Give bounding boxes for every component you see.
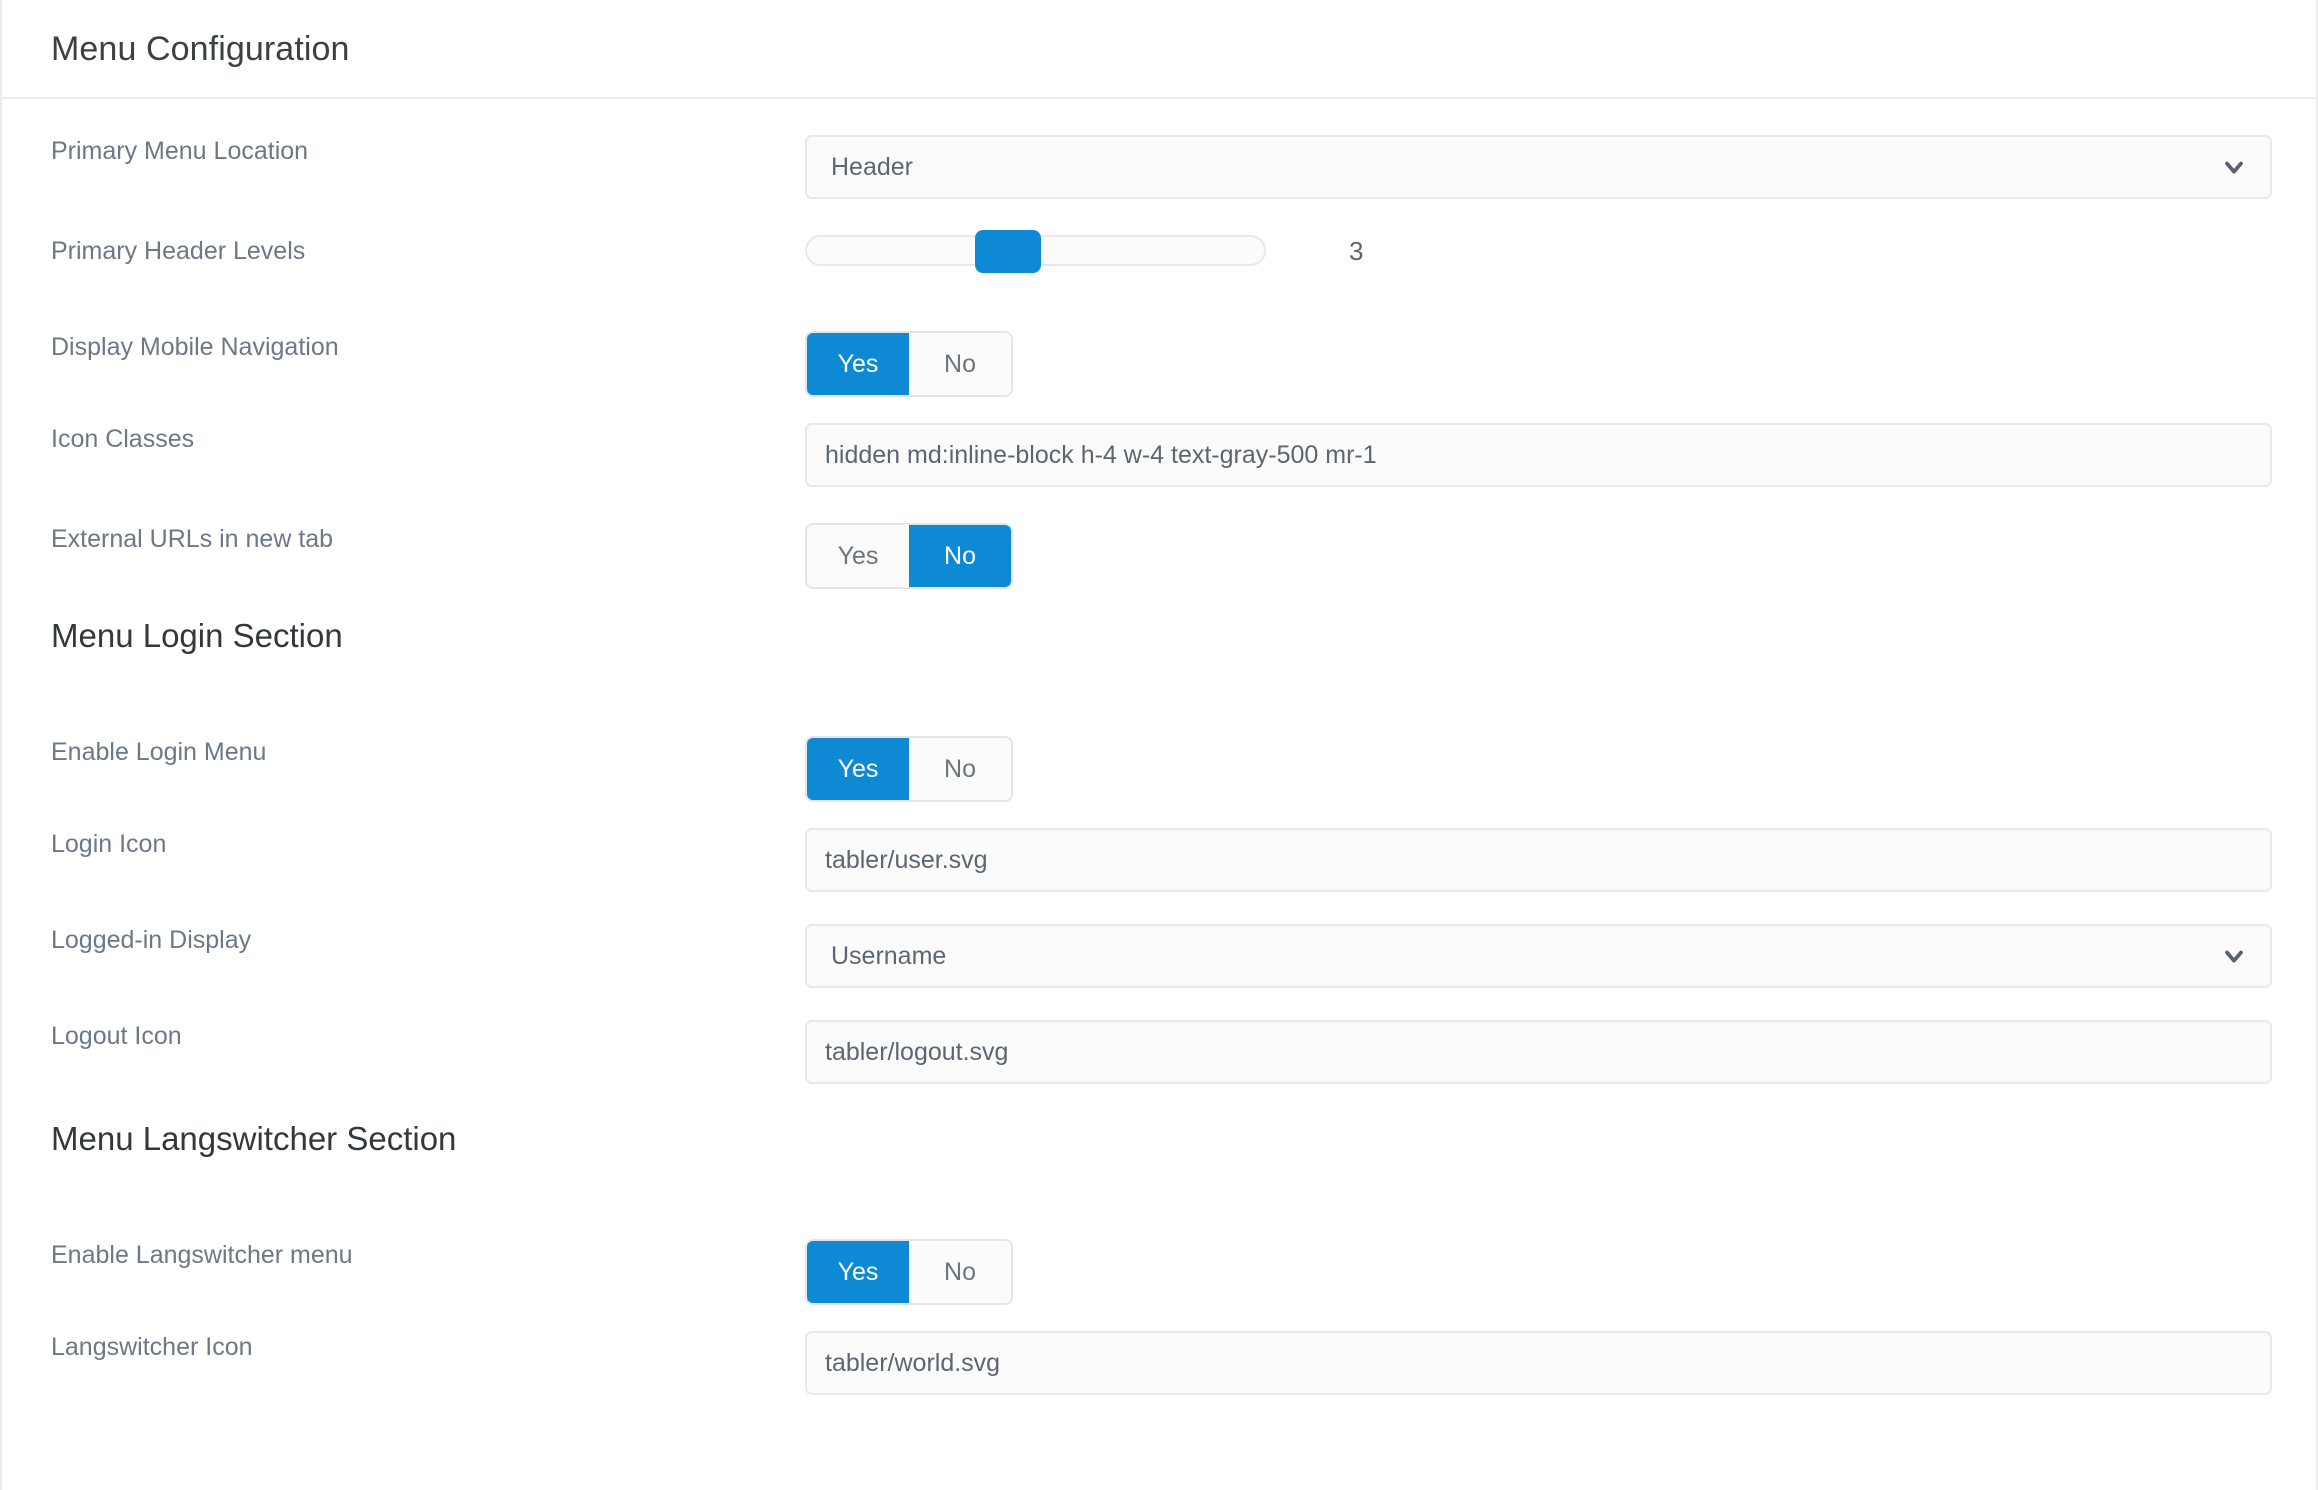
login-icon-value: tabler/user.svg [825, 847, 988, 873]
form-row-external-urls-new-tab: External URLs in new tab Yes No [2, 483, 2316, 589]
section-heading-menu-langswitcher: Menu Langswitcher Section [51, 1120, 457, 1157]
external-urls-new-tab-toggle[interactable]: Yes No [805, 523, 1013, 589]
label-icon-classes: Icon Classes [51, 425, 195, 453]
label-primary-header-levels: Primary Header Levels [51, 237, 306, 265]
page-title: Menu Configuration [51, 29, 350, 68]
primary-header-levels-value: 3 [1349, 235, 1364, 266]
control-enable-langswitcher-menu: Yes No [805, 1239, 2267, 1305]
control-logged-in-display: Username [805, 924, 2272, 988]
login-icon-input[interactable]: tabler/user.svg [805, 828, 2272, 892]
control-external-urls-new-tab: Yes No [805, 523, 2267, 589]
control-logout-icon: tabler/logout.svg [805, 1020, 2272, 1084]
form-row-primary-header-levels: Primary Header Levels 3 [2, 195, 2316, 291]
primary-menu-location-select[interactable]: Header [805, 135, 2272, 199]
primary-menu-location-value: Header [831, 154, 913, 180]
logout-icon-input[interactable]: tabler/logout.svg [805, 1020, 2272, 1084]
logout-icon-value: tabler/logout.svg [825, 1039, 1009, 1065]
settings-form: Primary Menu Location Header Primary Hea… [2, 99, 2316, 1395]
chevron-down-icon [2220, 942, 2248, 970]
control-langswitcher-icon: tabler/world.svg [805, 1331, 2272, 1395]
section-heading-menu-login: Menu Login Section [51, 617, 343, 654]
icon-classes-value: hidden md:inline-block h-4 w-4 text-gray… [825, 442, 1377, 468]
control-primary-header-levels: 3 [805, 230, 2267, 273]
label-primary-menu-location: Primary Menu Location [51, 137, 309, 165]
control-login-icon: tabler/user.svg [805, 828, 2272, 892]
label-display-mobile-navigation: Display Mobile Navigation [51, 333, 339, 361]
slider-thumb[interactable] [975, 230, 1041, 273]
form-row-login-icon: Login Icon tabler/user.svg [2, 792, 2316, 892]
control-primary-menu-location: Header [805, 135, 2272, 199]
label-external-urls-new-tab: External URLs in new tab [51, 525, 334, 553]
control-enable-login-menu: Yes No [805, 736, 2267, 802]
enable-login-menu-yes-button[interactable]: Yes [807, 738, 909, 800]
langswitcher-icon-value: tabler/world.svg [825, 1350, 1001, 1376]
form-row-langswitcher-icon: Langswitcher Icon tabler/world.svg [2, 1295, 2316, 1395]
enable-langswitcher-menu-yes-button[interactable]: Yes [807, 1241, 909, 1303]
icon-classes-input[interactable]: hidden md:inline-block h-4 w-4 text-gray… [805, 423, 2272, 487]
control-icon-classes: hidden md:inline-block h-4 w-4 text-gray… [805, 423, 2272, 487]
logged-in-display-value: Username [831, 943, 947, 969]
enable-langswitcher-menu-toggle[interactable]: Yes No [805, 1239, 1013, 1305]
label-langswitcher-icon: Langswitcher Icon [51, 1333, 253, 1361]
label-logout-icon: Logout Icon [51, 1022, 182, 1050]
form-row-enable-login-menu: Enable Login Menu Yes No [2, 696, 2316, 802]
form-row-primary-menu-location: Primary Menu Location Header [2, 99, 2316, 199]
form-row-enable-langswitcher-menu: Enable Langswitcher menu Yes No [2, 1199, 2316, 1305]
enable-langswitcher-menu-no-button[interactable]: No [909, 1241, 1011, 1303]
logged-in-display-select[interactable]: Username [805, 924, 2272, 988]
card-header: Menu Configuration [2, 0, 2316, 99]
langswitcher-icon-input[interactable]: tabler/world.svg [805, 1331, 2272, 1395]
display-mobile-navigation-toggle[interactable]: Yes No [805, 331, 1013, 397]
display-mobile-navigation-yes-button[interactable]: Yes [807, 333, 909, 395]
chevron-down-icon [2220, 153, 2248, 181]
external-urls-new-tab-no-button[interactable]: No [909, 525, 1011, 587]
form-row-display-mobile-navigation: Display Mobile Navigation Yes No [2, 291, 2316, 397]
form-row-logout-icon: Logout Icon tabler/logout.svg [2, 984, 2316, 1084]
control-display-mobile-navigation: Yes No [805, 331, 2267, 397]
external-urls-new-tab-yes-button[interactable]: Yes [807, 525, 909, 587]
label-login-icon: Login Icon [51, 830, 167, 858]
display-mobile-navigation-no-button[interactable]: No [909, 333, 1011, 395]
enable-login-menu-no-button[interactable]: No [909, 738, 1011, 800]
label-logged-in-display: Logged-in Display [51, 926, 252, 954]
primary-header-levels-slider-wrap: 3 [805, 230, 1364, 273]
primary-header-levels-slider[interactable] [805, 230, 1266, 273]
settings-page: Menu Configuration Primary Menu Location… [0, 0, 2318, 1490]
enable-login-menu-toggle[interactable]: Yes No [805, 736, 1013, 802]
label-enable-login-menu: Enable Login Menu [51, 738, 267, 766]
form-row-icon-classes: Icon Classes hidden md:inline-block h-4 … [2, 387, 2316, 487]
label-enable-langswitcher-menu: Enable Langswitcher menu [51, 1241, 353, 1269]
form-row-logged-in-display: Logged-in Display Username [2, 888, 2316, 988]
